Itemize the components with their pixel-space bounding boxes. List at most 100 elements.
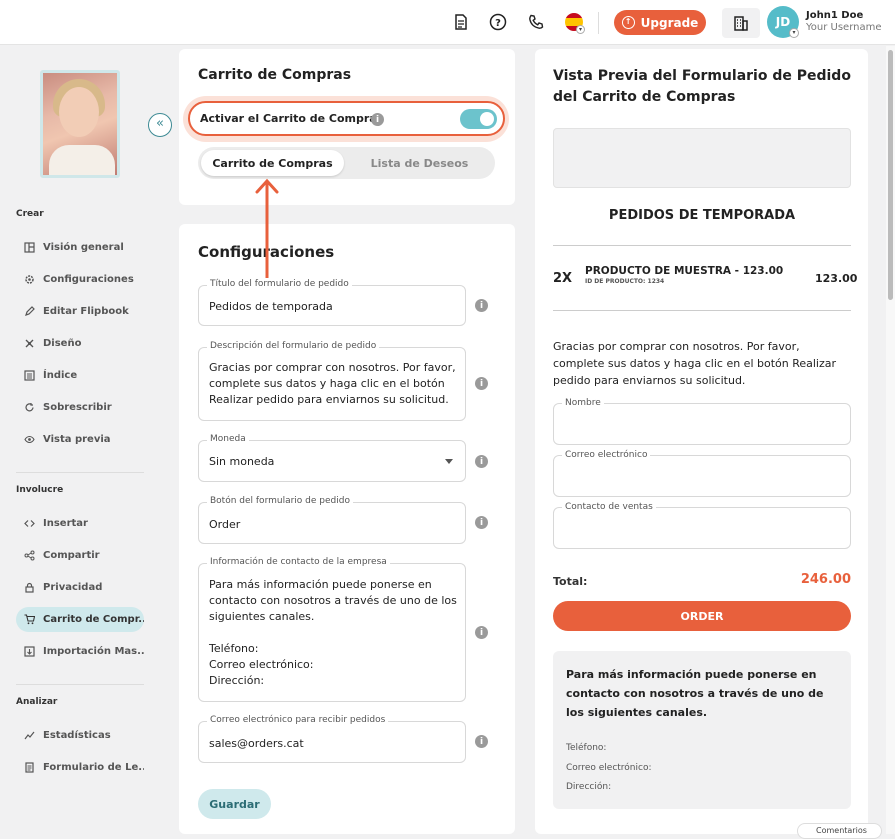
field-label: Información de contacto de la empresa — [207, 557, 390, 567]
item-quantity: 2X — [553, 271, 573, 286]
enable-cart-toggle[interactable] — [460, 109, 497, 129]
phone-icon[interactable] — [525, 11, 547, 33]
orders-email-field[interactable]: Correo electrónico para recibir pedidos … — [198, 715, 466, 763]
field-value: Sin moneda — [209, 455, 275, 468]
sidebar-item-compartir[interactable]: Compartir — [16, 543, 144, 568]
flipbook-cover-thumbnail[interactable] — [40, 70, 120, 178]
sidebar-item-label: Estadísticas — [43, 730, 111, 741]
section-involucre: Involucre — [16, 485, 64, 495]
sidebar-item-vista-previa[interactable]: Vista previa — [16, 427, 144, 452]
cart-card-title: Carrito de Compras — [198, 67, 352, 83]
field-label: Botón del formulario de pedido — [207, 496, 353, 506]
company-contact-field[interactable]: Información de contacto de la empresa Pa… — [198, 557, 466, 702]
sidebar-item-label: Formulario de Le... — [43, 762, 144, 773]
scrollbar[interactable] — [886, 46, 895, 834]
user-username: Your Username — [806, 22, 882, 33]
enable-cart-label: Activar el Carrito de Compras — [200, 112, 384, 125]
tab-lista-de-deseos[interactable]: Lista de Deseos — [348, 150, 491, 176]
field-label: Moneda — [207, 434, 249, 444]
info-icon[interactable]: i — [475, 299, 488, 312]
info-icon[interactable]: i — [475, 626, 488, 639]
section-crear: Crear — [16, 209, 44, 219]
divider — [16, 684, 144, 685]
arrow-up-icon: ↑ — [621, 16, 635, 29]
item-id: ID DE PRODUCTO: 1234 — [585, 278, 665, 285]
order-button[interactable]: ORDER — [553, 601, 851, 631]
sidebar-item-label: Índice — [43, 370, 78, 381]
document-icon[interactable] — [450, 11, 472, 33]
sidebar-item-label: Importación Mas... — [43, 646, 144, 657]
sidebar-item-label: Vista previa — [43, 434, 111, 445]
chevron-down-icon: ▾ — [576, 25, 585, 34]
help-icon[interactable]: ? — [487, 11, 509, 33]
order-button-field[interactable]: Botón del formulario de pedido Order — [198, 496, 466, 544]
field-label: Contacto de ventas — [562, 502, 656, 512]
building-icon[interactable] — [722, 8, 760, 38]
annotation-arrow — [255, 178, 279, 278]
refresh-icon — [24, 402, 35, 413]
preview-sales-contact-field[interactable]: Contacto de ventas — [553, 502, 851, 549]
total-value: 246.00 — [800, 572, 851, 587]
item-price: 123.00 — [815, 272, 858, 285]
sidebar-item-label: Editar Flipbook — [43, 306, 129, 317]
info-icon[interactable]: i — [371, 113, 384, 126]
tab-carrito-de-compras[interactable]: Carrito de Compras — [201, 150, 344, 176]
sidebar-item-diseno[interactable]: Diseño — [16, 331, 144, 356]
comments-button[interactable]: Comentarios — [797, 823, 882, 839]
field-label: Nombre — [562, 398, 604, 408]
upgrade-button[interactable]: ↑ Upgrade — [614, 10, 706, 35]
code-icon — [24, 518, 35, 529]
sidebar-item-formulario-de-leads[interactable]: Formulario de Le... — [16, 755, 144, 780]
sidebar-item-indice[interactable]: Índice — [16, 363, 144, 388]
order-form-title-field[interactable]: Título del formulario de pedido Pedidos … — [198, 279, 466, 326]
contact-address: Dirección: — [566, 782, 612, 792]
sidebar-item-importacion-masiva[interactable]: Importación Mas... — [16, 639, 144, 664]
eye-icon — [24, 434, 35, 445]
sidebar-item-label: Configuraciones — [43, 274, 134, 285]
sidebar-item-privacidad[interactable]: Privacidad — [16, 575, 144, 600]
sidebar-item-vision-general[interactable]: Visión general — [16, 235, 144, 260]
save-button[interactable]: Guardar — [198, 789, 271, 819]
field-value: sales@orders.cat — [209, 737, 304, 750]
collapse-sidebar-button[interactable]: « — [148, 113, 172, 137]
divider — [553, 310, 851, 311]
chevron-down-icon — [445, 459, 453, 464]
sidebar-item-label: Sobrescribir — [43, 402, 112, 413]
cover-shirt — [49, 145, 115, 175]
preview-contact-box: Para más información puede ponerse en co… — [553, 651, 851, 809]
info-icon[interactable]: i — [475, 455, 488, 468]
field-value: Para más información puede ponerse en co… — [209, 578, 457, 687]
toggle-knob — [480, 112, 494, 126]
preview-name-field[interactable]: Nombre — [553, 398, 851, 445]
divider — [553, 245, 851, 246]
design-icon — [24, 338, 35, 349]
info-icon[interactable]: i — [475, 377, 488, 390]
sidebar-item-editar-flipbook[interactable]: Editar Flipbook — [16, 299, 144, 324]
order-form-description-field[interactable]: Descripción del formulario de pedido Gra… — [198, 341, 466, 421]
list-icon — [24, 370, 35, 381]
info-icon[interactable]: i — [475, 735, 488, 748]
upgrade-label: Upgrade — [640, 15, 699, 30]
gear-icon — [24, 274, 35, 285]
info-icon[interactable]: i — [475, 516, 488, 529]
svg-text:?: ? — [495, 18, 501, 29]
contact-phone: Teléfono: — [566, 743, 607, 753]
sidebar-item-estadisticas[interactable]: Estadísticas — [16, 723, 144, 748]
field-label: Descripción del formulario de pedido — [207, 341, 380, 351]
sidebar-item-label: Visión general — [43, 242, 124, 253]
stats-icon — [24, 730, 35, 741]
sidebar-item-sobrescribir[interactable]: Sobrescribir — [16, 395, 144, 420]
sidebar-item-insertar[interactable]: Insertar — [16, 511, 144, 536]
scrollbar-thumb[interactable] — [888, 50, 893, 300]
import-icon — [24, 646, 35, 657]
sidebar-item-label: Compartir — [43, 550, 100, 561]
sidebar-item-label: Privacidad — [43, 582, 103, 593]
form-icon — [24, 762, 35, 773]
sidebar-item-carrito-de-compras[interactable]: Carrito de Compr... — [16, 607, 144, 632]
preview-email-field[interactable]: Correo electrónico — [553, 450, 851, 497]
field-value: Gracias por comprar con nosotros. Por fa… — [209, 361, 456, 406]
preview-title: Vista Previa del Formulario de Pedido de… — [553, 68, 851, 105]
field-value: Order — [209, 518, 241, 531]
currency-select[interactable]: Moneda Sin moneda — [198, 434, 466, 482]
sidebar-item-configuraciones[interactable]: Configuraciones — [16, 267, 144, 292]
